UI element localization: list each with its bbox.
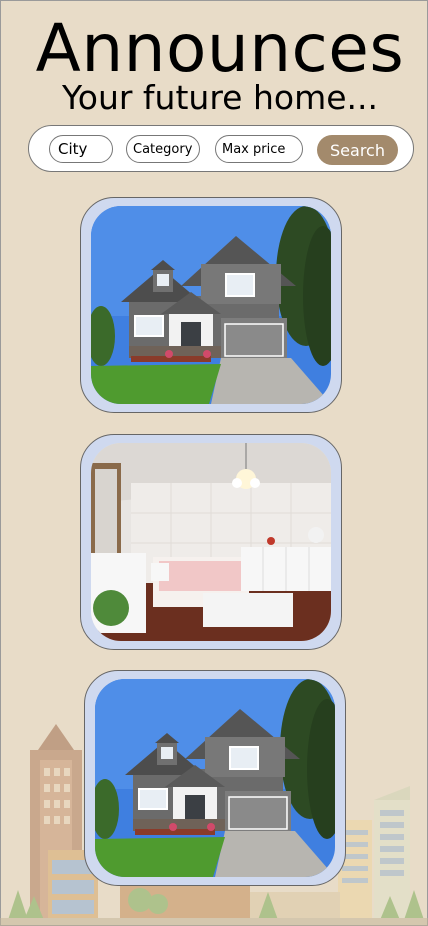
page-title: Announces [35,10,405,87]
house-exterior-image[interactable] [95,679,335,877]
city-input[interactable] [49,135,113,163]
max-price-input[interactable] [215,135,303,163]
house-exterior-image[interactable] [91,206,331,404]
listing-card[interactable] [80,197,342,413]
search-bar: Search [28,125,414,172]
listing-card[interactable] [84,670,346,886]
listing-card[interactable] [80,434,342,650]
page-subtitle: Your future home... [62,78,378,117]
search-button[interactable]: Search [317,135,398,165]
bedroom-interior-image[interactable] [91,443,331,641]
category-input[interactable] [126,135,200,163]
